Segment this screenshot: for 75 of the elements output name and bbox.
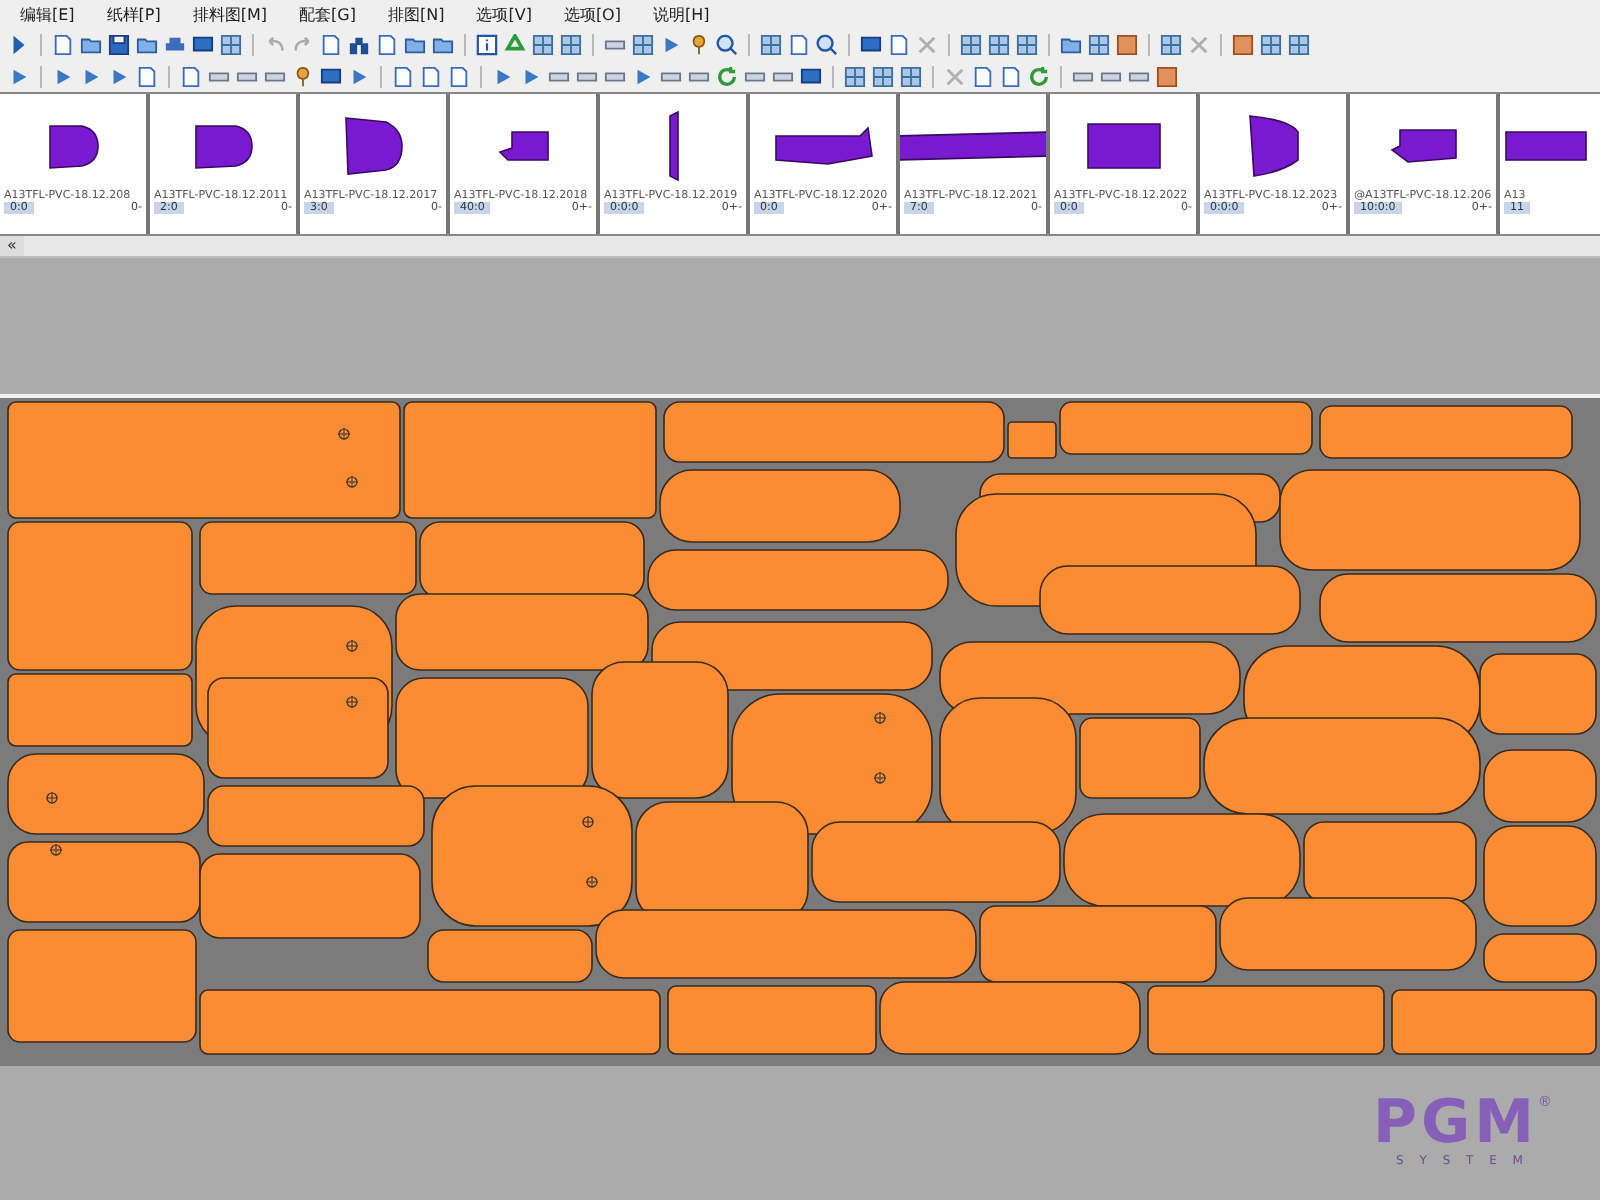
grid-icon[interactable] <box>220 33 242 55</box>
grid-icon[interactable] <box>560 33 582 55</box>
info-icon[interactable] <box>476 33 498 55</box>
pattern-piece-icon <box>1249 116 1297 176</box>
pin-icon[interactable] <box>292 65 314 87</box>
menu-item[interactable]: 编辑[E] <box>20 3 75 25</box>
grid-icon[interactable] <box>1160 33 1182 55</box>
menu-item[interactable]: 排料图[M] <box>192 3 268 25</box>
pattern-piece-icon <box>775 128 871 164</box>
play-icon[interactable] <box>632 65 654 87</box>
square-icon[interactable] <box>1116 33 1138 55</box>
logo-wordmark: PGM <box>1373 1094 1538 1154</box>
menu-item[interactable]: 说明[H] <box>652 3 710 25</box>
refresh-icon[interactable] <box>1028 65 1050 87</box>
page-icon[interactable] <box>52 33 74 55</box>
pointer-icon[interactable] <box>8 33 30 55</box>
scrollbar[interactable]: « <box>0 236 1600 258</box>
page-icon[interactable] <box>420 65 442 87</box>
grid-icon[interactable] <box>900 65 922 87</box>
page-icon[interactable] <box>972 65 994 87</box>
page-icon[interactable] <box>448 65 470 87</box>
search-icon[interactable] <box>816 33 838 55</box>
page-icon[interactable] <box>1000 65 1022 87</box>
menu-item[interactable]: 选项[V] <box>476 3 532 25</box>
square-icon[interactable] <box>1232 33 1254 55</box>
square-icon[interactable] <box>1156 65 1178 87</box>
page-icon[interactable] <box>180 65 202 87</box>
folder-icon[interactable] <box>1060 33 1082 55</box>
menu-item[interactable]: 排图[N] <box>387 3 445 25</box>
play-icon[interactable] <box>52 65 74 87</box>
play-icon[interactable] <box>80 65 102 87</box>
pattern-piece-icon <box>1087 124 1159 168</box>
page-icon[interactable] <box>392 65 414 87</box>
grid-icon[interactable] <box>1288 33 1310 55</box>
folder-icon[interactable] <box>432 33 454 55</box>
grid-icon[interactable] <box>632 33 654 55</box>
pattern-piece-icon <box>1506 132 1586 160</box>
pattern-piece-icon <box>1391 130 1455 162</box>
play-icon[interactable] <box>348 65 370 87</box>
save-icon[interactable] <box>108 33 130 55</box>
grid-icon[interactable] <box>1260 33 1282 55</box>
folder-icon[interactable] <box>80 33 102 55</box>
play-icon[interactable] <box>8 65 30 87</box>
page-icon[interactable] <box>376 33 398 55</box>
page-icon[interactable] <box>320 33 342 55</box>
grid-icon[interactable] <box>1016 33 1038 55</box>
pattern-piece-icon <box>195 125 251 167</box>
page-icon[interactable] <box>136 65 158 87</box>
grid-icon[interactable] <box>844 65 866 87</box>
play-icon[interactable] <box>660 33 682 55</box>
refresh-icon[interactable] <box>716 65 738 87</box>
grid-icon[interactable] <box>988 33 1010 55</box>
pattern-piece-icon <box>49 125 97 167</box>
menu-item[interactable]: 选项[O] <box>563 3 621 25</box>
page-icon[interactable] <box>888 33 910 55</box>
pattern-piece-icon <box>345 118 401 174</box>
pattern-piece-icon <box>900 132 1046 160</box>
folder-icon[interactable] <box>136 33 158 55</box>
pin-icon[interactable] <box>688 33 710 55</box>
page-icon[interactable] <box>788 33 810 55</box>
menu-item[interactable]: 纸样[P] <box>106 3 161 25</box>
grid-icon[interactable] <box>872 65 894 87</box>
folder-icon[interactable] <box>404 33 426 55</box>
grid-icon[interactable] <box>960 33 982 55</box>
scroll-left-button[interactable]: « <box>0 236 24 256</box>
pattern-piece-icon <box>669 112 677 180</box>
menu-item[interactable]: 配套[G] <box>299 3 356 25</box>
grid-icon[interactable] <box>1088 33 1110 55</box>
grid-icon[interactable] <box>532 33 554 55</box>
pattern-piece-icon <box>499 132 547 160</box>
play-icon[interactable] <box>492 65 514 87</box>
search-icon[interactable] <box>716 33 738 55</box>
play-icon[interactable] <box>108 65 130 87</box>
play-icon[interactable] <box>520 65 542 87</box>
grid-icon[interactable] <box>760 33 782 55</box>
